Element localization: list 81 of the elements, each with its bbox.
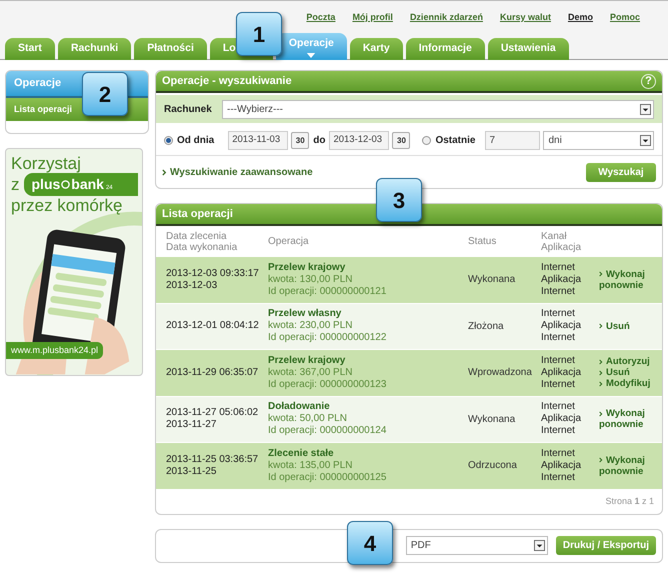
date-field[interactable]: 2013-11-03 xyxy=(228,131,288,150)
operation-name: Doładowanie xyxy=(268,401,331,414)
channel-cell-text: Internet Aplikacja Internet xyxy=(541,401,582,438)
table-row[interactable]: 2013-12-01 08:04:12 Przelew własny kwota: 230,00 PLN Id operacji: 000000000122 Złożona Internet Aplikacja Internet Usuń xyxy=(156,304,662,350)
step-callout-tooltip: 3 xyxy=(376,178,422,222)
field-label: Rachunek xyxy=(164,102,212,116)
operation-id: Id operacji: 000000000124 xyxy=(268,425,388,438)
operation-id: Id operacji: 000000000123 xyxy=(268,378,388,391)
logo-mark-icon xyxy=(61,180,70,190)
chevron-icon xyxy=(599,271,603,278)
amount-text: kwota: 367,00 PLN xyxy=(268,366,354,379)
channel-cell-text: Internet Aplikacja Internet xyxy=(541,354,582,391)
calendar-button[interactable]: 30 xyxy=(392,132,410,149)
operation-id: Id operacji: 000000000122 xyxy=(268,332,388,344)
top-link[interactable]: Mój profil xyxy=(352,11,393,31)
advanced-search-link[interactable]: Wyszukiwanie zaawansowane xyxy=(162,164,313,180)
caret-icon xyxy=(306,53,316,58)
ad-text: przez komórkę xyxy=(11,195,122,217)
top-link[interactable]: Pomoc xyxy=(610,11,640,31)
status-cell-text: Wprowadzona xyxy=(468,366,533,380)
amount-text: kwota: 50,00 PLN xyxy=(268,413,348,426)
pagination-text: Strona 1 z 1 xyxy=(605,494,654,508)
status-cell-text: Złożona xyxy=(468,320,505,334)
field-label: do xyxy=(313,134,326,148)
table-row[interactable]: 2013-11-29 06:35:07 Przelew krajowy kwota: 367,00 PLN Id operacji: 000000000123 Wprowadzona Internet Aplikacja Internet Autoryzuj Usuń Modyfikuj xyxy=(156,350,662,396)
top-link[interactable]: Poczta xyxy=(306,11,336,31)
radio-button[interactable]: Ostatnie xyxy=(422,133,476,148)
status-cell-text: Wykonana xyxy=(468,412,516,427)
ad-text: Korzystaj xyxy=(11,153,81,175)
top-link[interactable]: Kursy walut xyxy=(500,11,551,31)
status-cell-text: Odrzucona xyxy=(468,459,518,474)
format-select[interactable]: PDF xyxy=(406,536,548,555)
column-header: Operacja xyxy=(268,236,310,247)
action-link[interactable]: Wykonaj ponownie xyxy=(599,408,657,430)
unit-select[interactable]: dni xyxy=(543,131,654,150)
step-callout-tooltip: 4 xyxy=(347,521,393,565)
count-field[interactable]: 7 xyxy=(485,131,540,150)
chevron-icon xyxy=(162,168,167,176)
column-header: Status xyxy=(468,236,498,247)
panel-title: Operacje - wyszukiwanie xyxy=(162,74,292,89)
user-link[interactable]: Demo xyxy=(568,11,593,31)
date-cell-text: 2013-11-25 03:36:57 2013-11-25 xyxy=(166,454,260,478)
panel-title: Lista operacji xyxy=(162,206,233,222)
channel-cell-text: Internet Aplikacja Internet xyxy=(541,308,582,344)
operation-name: Przelew krajowy xyxy=(268,354,346,367)
date-field[interactable]: 2013-12-03 xyxy=(329,131,390,150)
step-callout-tooltip: 2 xyxy=(82,72,128,116)
operation-id: Id operacji: 000000000121 xyxy=(268,286,388,298)
operation-name: Zlecenie stałe xyxy=(268,448,335,460)
date-cell-text: 2013-12-03 09:33:17 2013-12-03 xyxy=(166,268,260,292)
operation-name: Przelew własny xyxy=(268,308,342,320)
chevron-icon xyxy=(599,410,603,417)
status-cell-text: Wykonana xyxy=(468,273,516,288)
column-header: Data zlecenia Data wykonania xyxy=(166,230,238,252)
amount-text: kwota: 130,00 PLN xyxy=(268,274,354,286)
amount-text: kwota: 230,00 PLN xyxy=(268,320,354,332)
date-cell-text: 2013-12-01 08:04:12 xyxy=(166,320,260,332)
action-link[interactable]: Autoryzuj xyxy=(599,356,657,368)
chevron-icon xyxy=(599,323,603,330)
ad-url: www.m.plusbank24.pl xyxy=(6,342,104,359)
action-link[interactable]: Usuń xyxy=(599,320,657,332)
action-link[interactable]: Modyfikuj xyxy=(599,378,657,390)
action-link[interactable]: Wykonaj ponownie xyxy=(599,268,657,291)
channel-cell-text: Internet Aplikacja Internet xyxy=(541,448,582,484)
action-link[interactable]: Wykonaj ponownie xyxy=(599,454,657,477)
action-link[interactable]: Usuń xyxy=(599,367,657,378)
operation-name: Przelew krajowy xyxy=(268,262,346,274)
calendar-button[interactable]: 30 xyxy=(291,132,310,149)
amount-text: kwota: 135,00 PLN xyxy=(268,460,354,472)
radio-dot[interactable] xyxy=(164,136,173,145)
date-cell-text: 2013-11-29 06:35:07 xyxy=(166,366,260,379)
channel-cell-text: Internet Aplikacja Internet xyxy=(541,262,582,298)
date-cell-text: 2013-11-27 05:06:02 2013-11-27 xyxy=(166,407,260,432)
operation-id: Id operacji: 000000000125 xyxy=(268,472,388,484)
account-select[interactable]: ---Wybierz--- xyxy=(222,100,654,118)
ad-text: z xyxy=(11,174,20,196)
radio-button[interactable]: Od dnia xyxy=(164,133,214,148)
column-header: Kanał Aplikacja xyxy=(541,230,582,252)
top-link[interactable]: Dziennik zdarzeń xyxy=(410,11,483,31)
chevron-icon xyxy=(599,457,603,464)
step-callout-tooltip: 1 xyxy=(236,12,282,56)
